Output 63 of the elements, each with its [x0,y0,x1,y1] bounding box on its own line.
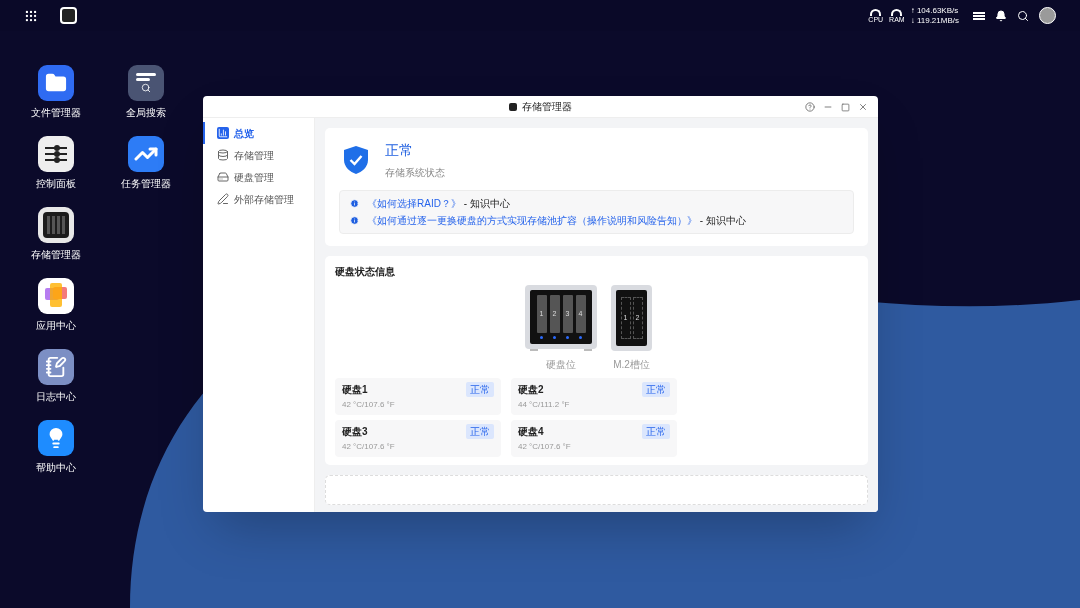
help-icon[interactable] [805,102,815,112]
hard-drive-icon [217,171,229,183]
knowledge-link[interactable]: 《如何选择RAID？》 [367,198,461,209]
shield-check-icon [343,145,369,175]
status-badge: 正常 [466,382,494,397]
sidebar-item[interactable]: 存储管理 [203,144,314,166]
download-speed: ↓ 119.21MB/s [910,15,959,26]
desktop-app-label[interactable]: 应用中心 [36,320,76,332]
knowledge-link[interactable]: 《如何通过逐一更换硬盘的方式实现存储池扩容（操作说明和风险告知）》 [367,215,697,226]
trend-chart-icon[interactable] [128,136,164,172]
folder-icon[interactable] [38,65,74,101]
disk-temperature: 42 °C/107.6 °F [518,441,572,453]
status-subtitle: 存储系统状态 [385,166,445,180]
enclosure-caption: 硬盘位 [546,358,576,372]
disk-card[interactable]: 硬盘3 正常 42 °C/107.6 °F [335,420,501,457]
disk-name: 硬盘1 [342,383,368,397]
status-title: 正常 [385,141,414,160]
info-icon [350,199,359,208]
lightbulb-icon[interactable] [38,420,74,456]
disk-name: 硬盘2 [518,383,544,397]
search-icon[interactable] [1017,9,1029,22]
notification-icon[interactable] [995,9,1007,22]
status-badge: 正常 [642,382,670,397]
disk-temperature: 42 °C/107.6 °F [342,441,396,453]
desktop-app-label[interactable]: 日志中心 [36,391,76,403]
chart-icon [217,127,229,139]
close-icon[interactable] [858,102,868,112]
help-link-line: 《如何选择RAID？》 - 知识中心 [367,197,510,211]
window-title: 存储管理器 [522,100,572,114]
sidebar-item[interactable]: 硬盘管理 [203,166,314,188]
desktop-app-label[interactable]: 全局搜索 [126,107,166,119]
desktop-app-label[interactable]: 控制面板 [36,178,76,190]
status-badge: 正常 [466,424,494,439]
search-list-icon[interactable] [128,65,164,101]
info-icon [350,216,359,225]
desktop-app-label[interactable]: 帮助中心 [36,462,76,474]
overlapping-squares-icon[interactable] [38,278,74,314]
upload-speed: ↑ 104.63KB/s [910,5,959,16]
section-title: 硬盘状态信息 [335,265,396,279]
sidebar-item[interactable]: 外部存储管理 [203,188,314,210]
desktop-app-label[interactable]: 存储管理器 [31,249,81,261]
gauge-icon[interactable] [870,8,882,16]
disk-name: 硬盘3 [342,425,368,439]
pen-icon [217,193,229,205]
desktop-app-label[interactable]: 文件管理器 [31,107,81,119]
disk-card[interactable]: 硬盘4 正常 42 °C/107.6 °F [511,420,677,457]
disk-name: 硬盘4 [518,425,544,439]
disk-temperature: 44 °C/111.2 °F [518,399,571,411]
sliders-icon[interactable] [38,136,74,172]
desktop-app-label[interactable]: 任务管理器 [121,178,171,190]
app-grid-icon[interactable] [24,8,38,23]
avatar[interactable] [1039,7,1056,24]
notebook-icon[interactable] [38,349,74,385]
gauge-icon[interactable] [891,8,903,16]
status-badge: 正常 [642,424,670,439]
database-icon [217,149,229,161]
storage-taskbar-icon[interactable] [60,7,77,24]
disk-temperature: 42 °C/107.6 °F [342,399,396,411]
server-icon[interactable] [973,11,985,20]
enclosure-caption: M.2槽位 [613,358,650,372]
help-link-line: 《如何通过逐一更换硬盘的方式实现存储池扩容（操作说明和风险告知）》 - 知识中心 [367,214,746,228]
disk-card[interactable]: 硬盘2 正常 44 °C/111.2 °F [511,378,677,415]
disk-card[interactable]: 硬盘1 正常 42 °C/107.6 °F [335,378,501,415]
